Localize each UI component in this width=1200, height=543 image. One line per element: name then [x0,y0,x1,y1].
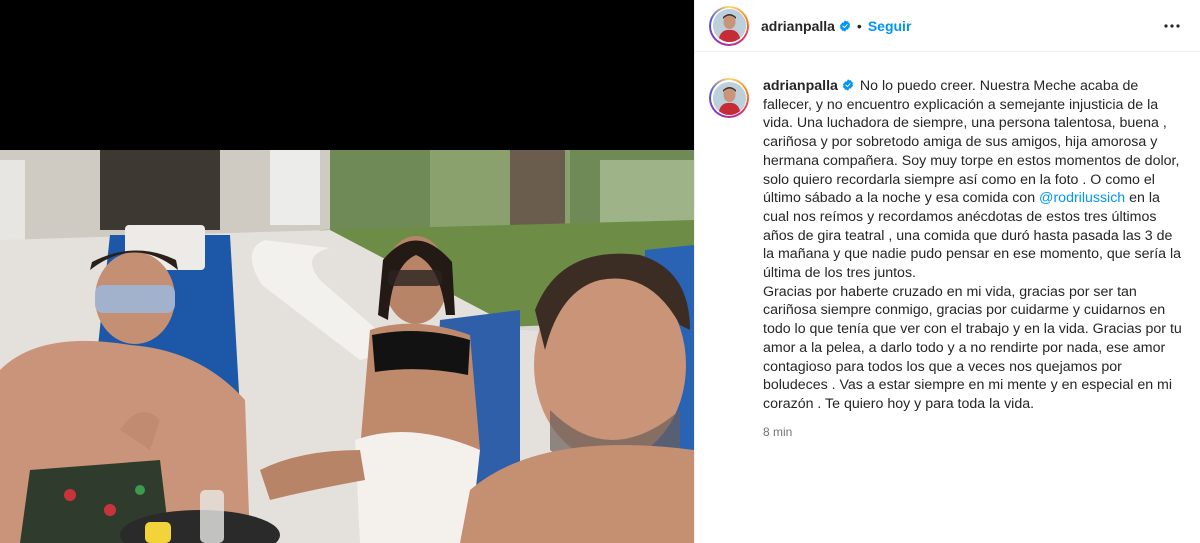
caption-block: adrianpalla No lo puedo creer. Nuestra M… [695,52,1200,441]
caption-text-part1: No lo puedo creer. Nuestra Meche acaba d… [763,78,1180,207]
header-username[interactable]: adrianpalla [761,18,835,34]
mention-link[interactable]: @rodrilussich [1039,190,1125,206]
verified-badge-icon [842,79,853,91]
caption-avatar[interactable] [709,78,749,118]
caption-username[interactable]: adrianpalla [763,78,838,94]
follow-button[interactable]: Seguir [868,18,912,34]
avatar[interactable] [709,5,749,46]
post-side-panel: adrianpalla • Seguir adrianpalla No lo p… [694,0,1200,543]
post-caption: adrianpalla No lo puedo creer. Nuestra M… [763,77,1183,441]
post-media[interactable] [0,0,694,543]
post-timestamp[interactable]: 8 min [763,423,1183,442]
separator-dot: • [856,17,862,34]
more-options-icon[interactable] [1160,14,1184,38]
post-photo [0,150,694,543]
verified-badge-icon [839,19,850,32]
caption-text-part3: Gracias por haberte cruzado en mi vida, … [763,283,1182,412]
post-header: adrianpalla • Seguir [695,0,1200,52]
